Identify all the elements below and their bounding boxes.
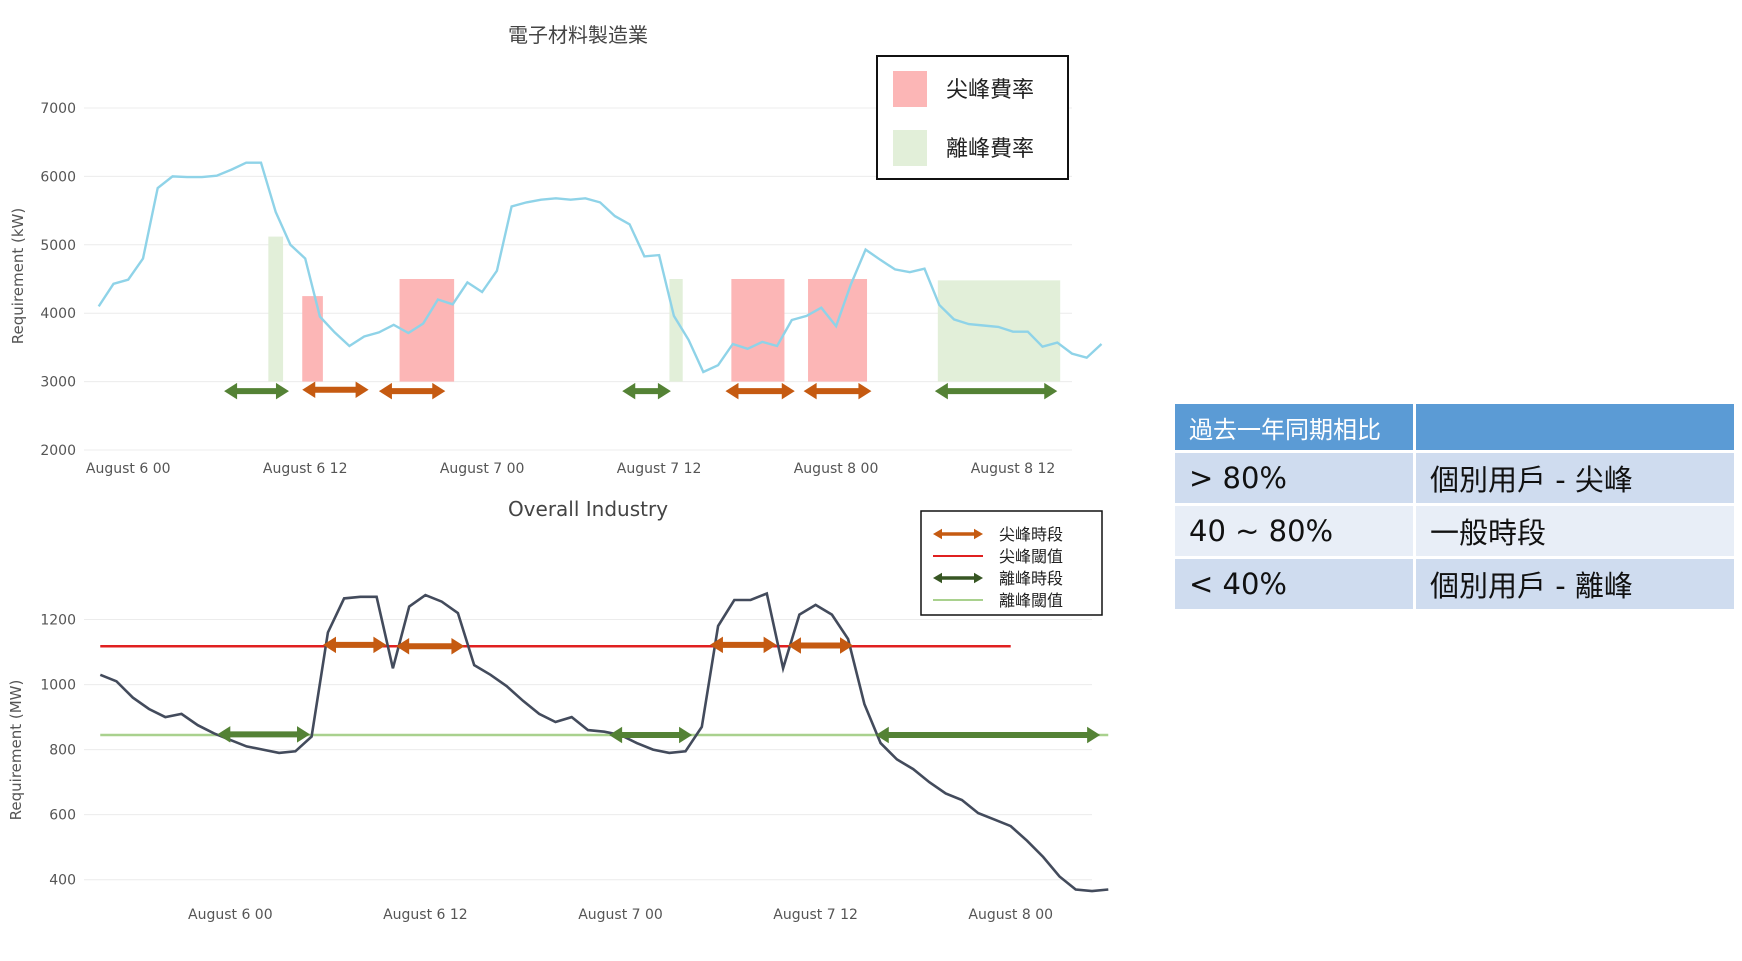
y-tick-label: 5000 [40, 238, 76, 254]
legend-offpeak-rate-swatch [893, 130, 927, 166]
x-tick-label: August 8 00 [968, 907, 1053, 923]
period-arrow [725, 382, 795, 400]
shaded-rate-region [731, 279, 785, 382]
period-arrow [934, 382, 1058, 400]
x-tick-label: August 6 00 [188, 907, 273, 923]
shaded-rate-region [669, 279, 683, 382]
legend-offpeak-rate-label: 離峰費率 [946, 137, 1034, 162]
shaded-rate-region [399, 279, 455, 382]
chart1-y-label: Requirement (kW) [9, 208, 27, 344]
period-arrow [609, 726, 693, 744]
table-row: > 80% 個別用戶 - 尖峰 [1175, 453, 1734, 503]
period-arrow [875, 726, 1101, 744]
period-arrow [803, 382, 872, 400]
chart-electronic-materials: 電子材料製造業 2000 3000 4000 5000 6000 7000 August … [9, 23, 1103, 477]
shaded-rate-region [268, 236, 284, 382]
chart1-y-ticks: 2000 3000 4000 5000 6000 7000 [40, 101, 76, 459]
chart2-series-line [99, 591, 1109, 893]
legend-offpeak-threshold-label: 離峰閾值 [999, 591, 1063, 610]
y-tick-label: 3000 [40, 375, 76, 391]
legend-peak-period-label: 尖峰時段 [999, 525, 1063, 544]
x-tick-label: August 8 12 [971, 461, 1056, 477]
y-tick-label: 7000 [40, 101, 76, 117]
table-header-cell [1416, 404, 1734, 450]
period-arrow [224, 382, 289, 400]
table-row: 40 ~ 80% 一般時段 [1175, 506, 1734, 556]
chart2-title: Overall Industry [508, 497, 668, 521]
period-arrow [622, 382, 671, 400]
y-tick-label: 1000 [40, 678, 76, 694]
chart2-period-arrows [217, 636, 1101, 744]
shaded-rate-region [937, 280, 1061, 382]
x-tick-label: August 6 00 [86, 461, 171, 477]
chart2-grid [84, 619, 1092, 881]
table-header-row: 過去一年同期相比 [1175, 404, 1734, 450]
shaded-rate-region [808, 279, 868, 382]
y-tick-label: 1200 [40, 613, 76, 629]
chart1-x-ticks: August 6 00 August 6 12 August 7 00 August … [86, 461, 1055, 477]
chart2-legend: 尖峰時段 尖峰閾值 離峰時段 離峰閾值 [920, 510, 1103, 616]
period-arrow [302, 381, 369, 399]
shaded-rate-region [302, 296, 323, 382]
period-arrow [709, 636, 777, 654]
y-tick-label: 6000 [40, 169, 76, 185]
table-cell-range: 40 ~ 80% [1175, 506, 1413, 556]
chart2-y-ticks: 400 600 800 1000 1200 [40, 613, 76, 889]
chart2-x-ticks: August 6 00 August 6 12 August 7 00 August … [188, 907, 1053, 923]
period-arrow [787, 637, 854, 654]
x-tick-label: August 6 12 [383, 907, 468, 923]
chart1-period-arrows [224, 381, 1058, 400]
chart1-shaded-regions [268, 236, 1061, 382]
chart2-threshold-lines [100, 644, 1109, 737]
period-arrow [378, 382, 446, 400]
y-tick-label: 400 [49, 873, 76, 889]
y-tick-label: 800 [49, 743, 76, 759]
chart1-legend: 尖峰費率 離峰費率 [876, 55, 1069, 180]
x-tick-label: August 7 00 [578, 907, 663, 923]
table-cell-range: > 80% [1175, 453, 1413, 503]
x-tick-label: August 7 12 [773, 907, 858, 923]
table-row: < 40% 個別用戶 - 離峰 [1175, 559, 1734, 609]
period-arrow [322, 636, 387, 654]
x-tick-label: August 7 00 [440, 461, 525, 477]
table-header-cell: 過去一年同期相比 [1175, 404, 1413, 450]
legend-peak-threshold-label: 尖峰閾值 [999, 547, 1063, 566]
table-cell-category: 一般時段 [1416, 506, 1734, 556]
legend-peak-rate-swatch [893, 71, 927, 107]
y-tick-label: 2000 [40, 443, 76, 459]
legend-peak-rate-label: 尖峰費率 [946, 78, 1034, 103]
period-arrow [396, 637, 465, 655]
x-tick-label: August 6 12 [263, 461, 348, 477]
comparison-table: 過去一年同期相比 > 80% 個別用戶 - 尖峰 40 ~ 80% 一般時段 <… [1172, 401, 1737, 612]
x-tick-label: August 8 00 [794, 461, 879, 477]
y-tick-label: 600 [49, 808, 76, 824]
x-tick-label: August 7 12 [617, 461, 702, 477]
y-tick-label: 4000 [40, 306, 76, 322]
table-cell-category: 個別用戶 - 離峰 [1416, 559, 1734, 609]
legend-offpeak-period-label: 離峰時段 [999, 569, 1063, 588]
chart-overall-industry: Overall Industry 400 600 800 1000 1200 Augus… [7, 497, 1109, 923]
table-cell-range: < 40% [1175, 559, 1413, 609]
chart2-y-label: Requirement (MW) [7, 680, 25, 821]
table-cell-category: 個別用戶 - 尖峰 [1416, 453, 1734, 503]
chart1-title: 電子材料製造業 [508, 23, 648, 47]
